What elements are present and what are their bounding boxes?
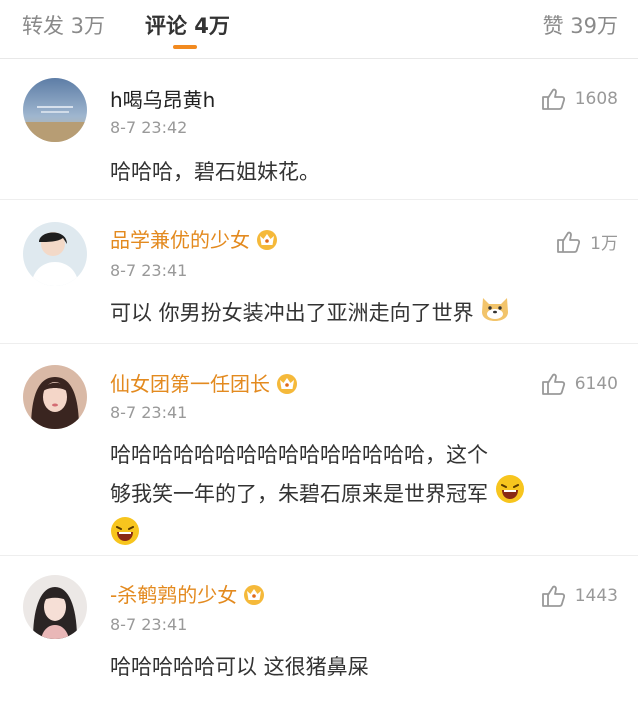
username[interactable]: -杀鹌鹑的少女 — [110, 579, 267, 610]
username-text: -杀鹌鹑的少女 — [110, 583, 238, 607]
avatar[interactable] — [23, 575, 87, 639]
laughing-emoji-icon — [495, 474, 525, 516]
comment-time: 8-7 23:41 — [110, 261, 188, 280]
like-button[interactable]: 1608 — [541, 87, 618, 111]
comment-text: 哈哈哈哈哈可以 这很猪鼻屎 — [110, 655, 369, 679]
comment-time: 8-7 23:42 — [110, 118, 188, 137]
thumbs-up-icon — [557, 231, 581, 253]
comment-text-line-content: 够我笑一年的了，朱碧石原来是世界冠军 — [110, 482, 488, 506]
tab-comment[interactable]: 评论 4万 — [145, 10, 230, 40]
like-button[interactable]: 6140 — [541, 372, 618, 396]
username-text: 仙女团第一任团长 — [110, 372, 270, 396]
thumbs-up-icon — [541, 88, 565, 110]
vip-crown-icon — [254, 228, 280, 255]
avatar[interactable] — [23, 78, 87, 142]
username[interactable]: 品学兼优的少女 — [110, 224, 280, 255]
username[interactable]: 仙女团第一任团长 — [110, 368, 300, 399]
username[interactable]: h喝乌昂黄h — [110, 84, 215, 113]
like-count: 6140 — [574, 374, 618, 394]
laughing-emoji-icon — [110, 516, 140, 558]
comment-item: -杀鹌鹑的少女 8-7 23:41 1443 哈哈哈哈哈可以 这很猪鼻屎 — [0, 556, 638, 714]
tab-like[interactable]: 赞 39万 — [543, 10, 618, 40]
thumbs-up-icon — [541, 585, 565, 607]
like-button[interactable]: 1443 — [541, 584, 618, 608]
like-count: 1443 — [574, 586, 618, 606]
thumbs-up-icon — [541, 373, 565, 395]
comment-text-line — [110, 516, 610, 558]
comment-text-line: 够我笑一年的了，朱碧石原来是世界冠军 — [110, 474, 610, 516]
like-count: 1万 — [590, 234, 618, 254]
avatar[interactable] — [23, 365, 87, 429]
vip-crown-icon — [274, 372, 300, 399]
like-button[interactable]: 1万 — [556, 229, 618, 254]
comment-time: 8-7 23:41 — [110, 615, 188, 634]
active-tab-indicator — [173, 45, 197, 49]
comment-item: 品学兼优的少女 8-7 23:41 1万 可以 你男扮女装冲出了亚洲走向了世界 — [0, 200, 638, 344]
comment-tabs: 转发 3万 评论 4万 赞 39万 — [0, 0, 638, 59]
like-count: 1608 — [574, 89, 618, 109]
comment-text-content: 可以 你男扮女装冲出了亚洲走向了世界 — [110, 301, 474, 325]
tab-repost[interactable]: 转发 3万 — [22, 10, 105, 40]
comment-item: h喝乌昂黄h 8-7 23:42 1608 哈哈哈，碧石姐妹花。 — [0, 59, 638, 200]
comment-text-line: 哈哈哈哈哈哈哈哈哈哈哈哈哈哈哈，这个 — [110, 443, 488, 467]
comment-text: 哈哈哈，碧石姐妹花。 — [110, 160, 320, 184]
comment-text: 哈哈哈哈哈哈哈哈哈哈哈哈哈哈哈，这个 够我笑一年的了，朱碧石原来是世界冠军 — [110, 436, 610, 558]
comment-item: 仙女团第一任团长 8-7 23:41 6140 哈哈哈哈哈哈哈哈哈哈哈哈哈哈哈，… — [0, 344, 638, 556]
vip-crown-icon — [241, 583, 267, 610]
comment-text: 可以 你男扮女装冲出了亚洲走向了世界 — [110, 294, 610, 334]
doge-emoji-icon — [480, 294, 510, 334]
avatar[interactable] — [23, 222, 87, 286]
comment-time: 8-7 23:41 — [110, 403, 188, 422]
username-text: 品学兼优的少女 — [110, 228, 250, 252]
